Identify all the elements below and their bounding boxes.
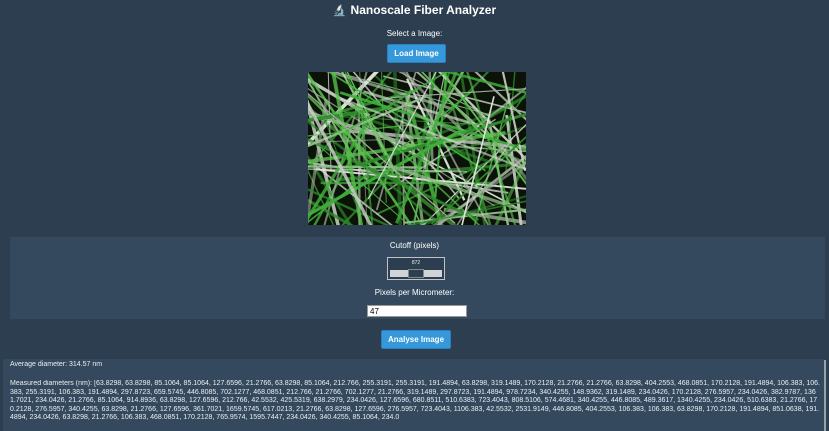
fiber-image-graphic <box>308 72 526 225</box>
analyse-image-button[interactable]: Analyse Image <box>382 331 450 348</box>
cutoff-slider-handle[interactable] <box>408 269 424 278</box>
microscope-icon: 🔬 <box>332 5 347 17</box>
results-panel: Average diameter: 314.57 nm Measured dia… <box>3 359 825 431</box>
cutoff-slider[interactable]: 872 <box>387 257 445 280</box>
results-scrollbar[interactable] <box>824 360 826 431</box>
ppm-label: Pixels per Micrometer: <box>374 288 455 297</box>
fiber-image <box>308 72 526 225</box>
measured-diameters: Measured diameters (nm): [63.8298, 63.82… <box>10 380 820 421</box>
app-title-text: Nanoscale Fiber Analyzer <box>350 3 497 17</box>
app-title: 🔬 Nanoscale Fiber Analyzer <box>0 3 829 17</box>
select-image-label: Select a Image: <box>386 29 443 38</box>
cutoff-label: Cutoff (pixels) <box>389 241 440 250</box>
average-diameter: Average diameter: 314.57 nm <box>10 361 103 368</box>
load-image-button[interactable]: Load Image <box>388 45 445 62</box>
cutoff-value: 872 <box>411 260 421 266</box>
ppm-input[interactable] <box>367 305 467 317</box>
